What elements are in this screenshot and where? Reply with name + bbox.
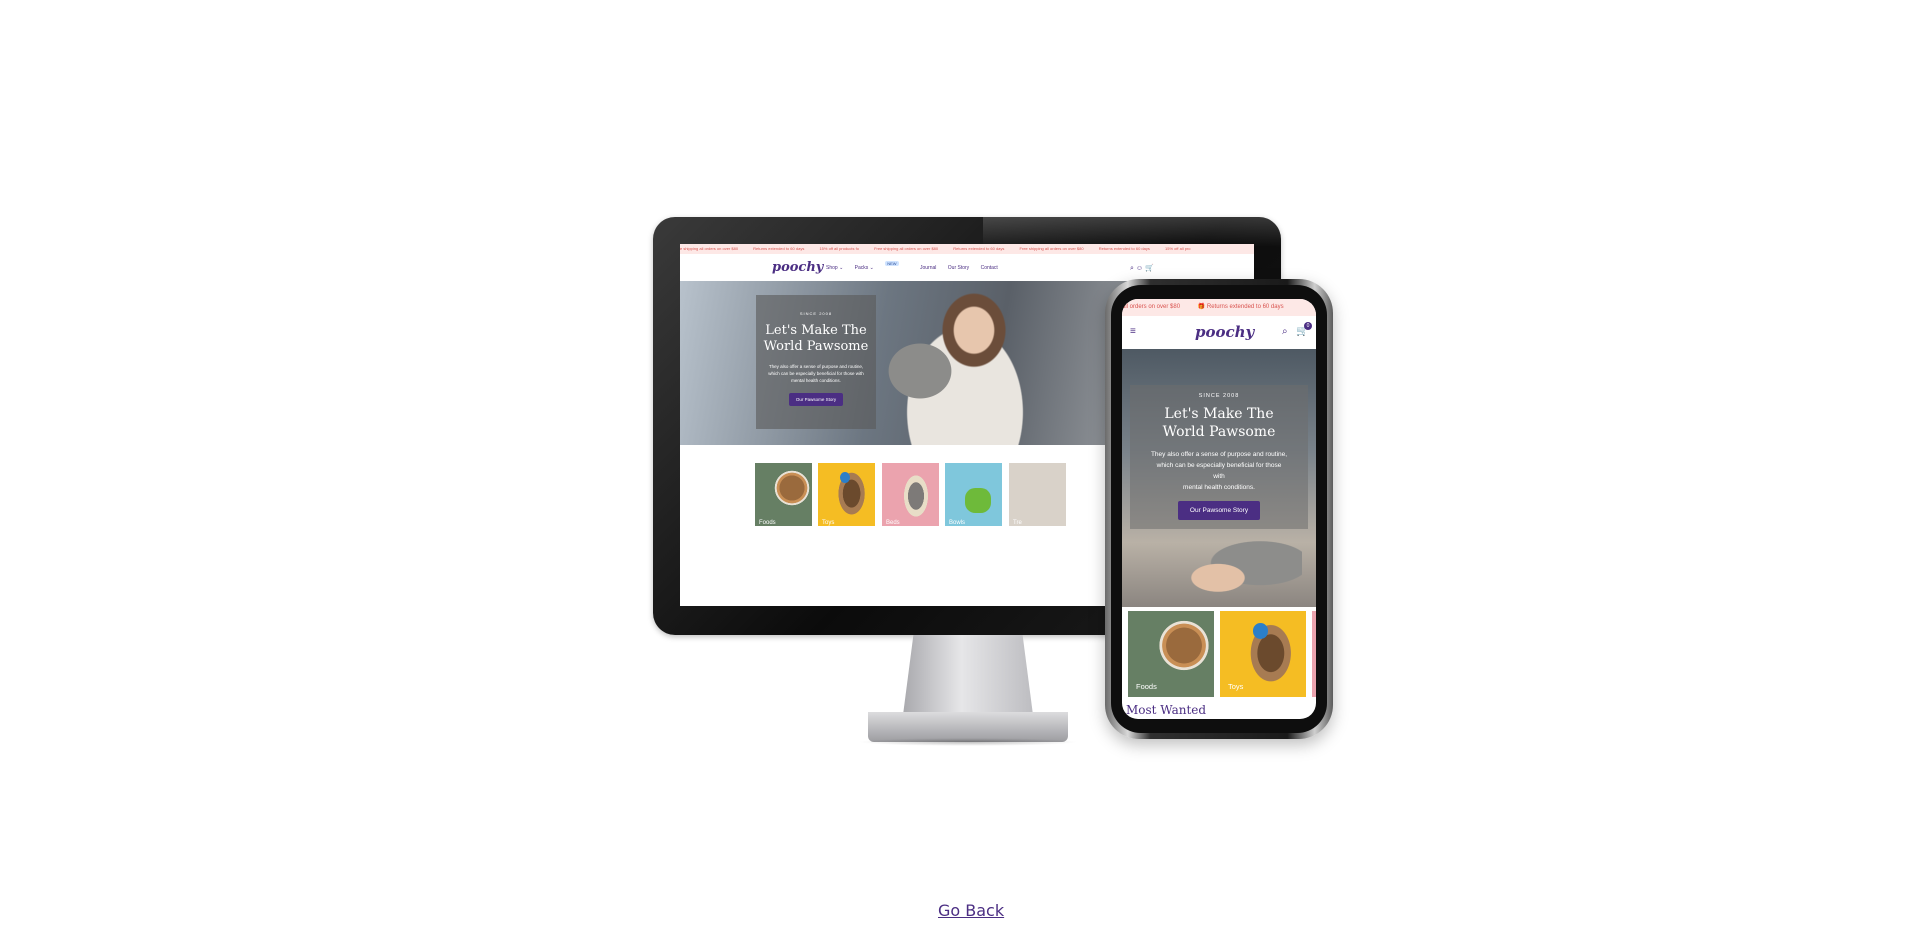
desktop-nav: poochy Shop ⌄ Packs ⌄ NEW Journal Our St… — [680, 254, 1254, 281]
menu-item-packs: Packs ⌄ NEW — [854, 261, 899, 271]
category-card-toys: Toys — [818, 463, 875, 526]
category-label: Toys — [822, 520, 835, 526]
mobile-hero-card: SINCE 2008 Let's Make The World Pawsome … — [1130, 385, 1308, 529]
hero-cta-button: Our Pawsome Story — [788, 393, 844, 406]
category-label: Tre — [1013, 520, 1022, 526]
hero-description: They also offer a sense of purpose and r… — [768, 364, 864, 383]
hero-cta-button: Our Pawsome Story — [1177, 501, 1261, 520]
gift-icon: 🎁 — [1197, 304, 1206, 310]
desktop-menu: Shop ⌄ Packs ⌄ NEW Journal Our Story Con… — [826, 261, 1008, 271]
hero-since: SINCE 2008 — [1198, 393, 1240, 399]
desktop-logo: poochy — [772, 260, 824, 275]
new-badge: NEW — [885, 261, 899, 266]
category-label: Foods — [759, 520, 776, 526]
hero-woman-cat-image — [1162, 534, 1302, 607]
announce-item: all orders on over $80 — [1122, 304, 1181, 310]
mobile-screen: all orders on over $80 🎁 Returns extende… — [1122, 299, 1316, 719]
category-card-treats: Tre — [1009, 463, 1066, 526]
category-label: Beds — [886, 520, 900, 526]
cart-count-badge: 0 — [1304, 322, 1312, 330]
menu-item-journal: Journal — [919, 265, 937, 271]
mobile-logo: poochy — [1195, 323, 1255, 341]
category-card-bowls: Bowls — [945, 463, 1002, 526]
user-icon: ☺ — [1135, 265, 1144, 272]
category-card-beds — [1312, 611, 1316, 697]
desktop-announcement-bar: e shipping all orders on over $80 Return… — [680, 244, 1254, 254]
category-label: Toys — [1228, 682, 1244, 691]
desktop-hero-card: SINCE 2008 Let's Make The World Pawsome … — [756, 295, 876, 429]
menu-item-our-story: Our Story — [947, 265, 970, 271]
monitor-shadow — [858, 738, 1078, 746]
hero-description: They also offer a sense of purpose and r… — [1150, 451, 1288, 491]
category-label: Bowls — [949, 520, 966, 526]
category-card-foods: Foods — [1128, 611, 1214, 697]
phone-bezel: all orders on over $80 🎁 Returns extende… — [1111, 285, 1327, 733]
announce-item: Returns extended to 60 days — [753, 246, 805, 251]
mobile-phone: all orders on over $80 🎁 Returns extende… — [1105, 279, 1333, 739]
announce-item: 15% off all pro — [1165, 246, 1191, 251]
category-card-beds: Beds — [882, 463, 939, 526]
hero-cat-image — [880, 336, 960, 406]
announce-item: Returns extended to 60 days — [953, 246, 1005, 251]
announce-item: e shipping all orders on over $80 — [680, 246, 739, 251]
cart-icon: 🛒 — [1144, 265, 1154, 272]
category-card-toys: Toys — [1220, 611, 1306, 697]
announce-item: Free shipping all orders on over $80 — [1019, 246, 1084, 251]
monitor-gloss — [983, 217, 1281, 247]
hero-title: Let's Make The World Pawsome — [1162, 406, 1276, 440]
desktop-nav-icons: ⌕ ☺ 🛒 — [1130, 264, 1154, 273]
mobile-nav: ≡ poochy ⌕ 🛒 0 — [1122, 316, 1316, 349]
mobile-announcement-bar: all orders on over $80 🎁 Returns extende… — [1122, 299, 1316, 316]
go-back-link[interactable]: Go Back — [938, 901, 1004, 920]
monitor-stand-neck — [903, 635, 1033, 715]
announce-item: Free shipping all orders on over $80 — [874, 246, 939, 251]
search-icon: ⌕ — [1130, 265, 1134, 272]
menu-item-shop: Shop ⌄ — [826, 265, 844, 271]
most-wanted-heading: Most Wanted — [1126, 703, 1207, 717]
announce-item: Returns extended to 60 days — [1206, 304, 1284, 310]
search-icon: ⌕ — [1282, 326, 1288, 337]
hero-since: SINCE 2008 — [799, 311, 833, 316]
mobile-hero: SINCE 2008 Let's Make The World Pawsome … — [1122, 349, 1316, 607]
category-card-foods: Foods — [755, 463, 812, 526]
device-mockup-stage: e shipping all orders on over $80 Return… — [0, 0, 1920, 945]
hero-title: Let's Make The World Pawsome — [763, 323, 869, 354]
mobile-categories: Foods Toys — [1122, 611, 1316, 699]
announce-item: Returns extended to 60 days — [1098, 246, 1150, 251]
menu-icon: ≡ — [1130, 326, 1136, 337]
announce-item: 15% off all products fo — [819, 246, 859, 251]
category-label: Foods — [1136, 682, 1157, 691]
menu-item-contact: Contact — [980, 265, 998, 271]
